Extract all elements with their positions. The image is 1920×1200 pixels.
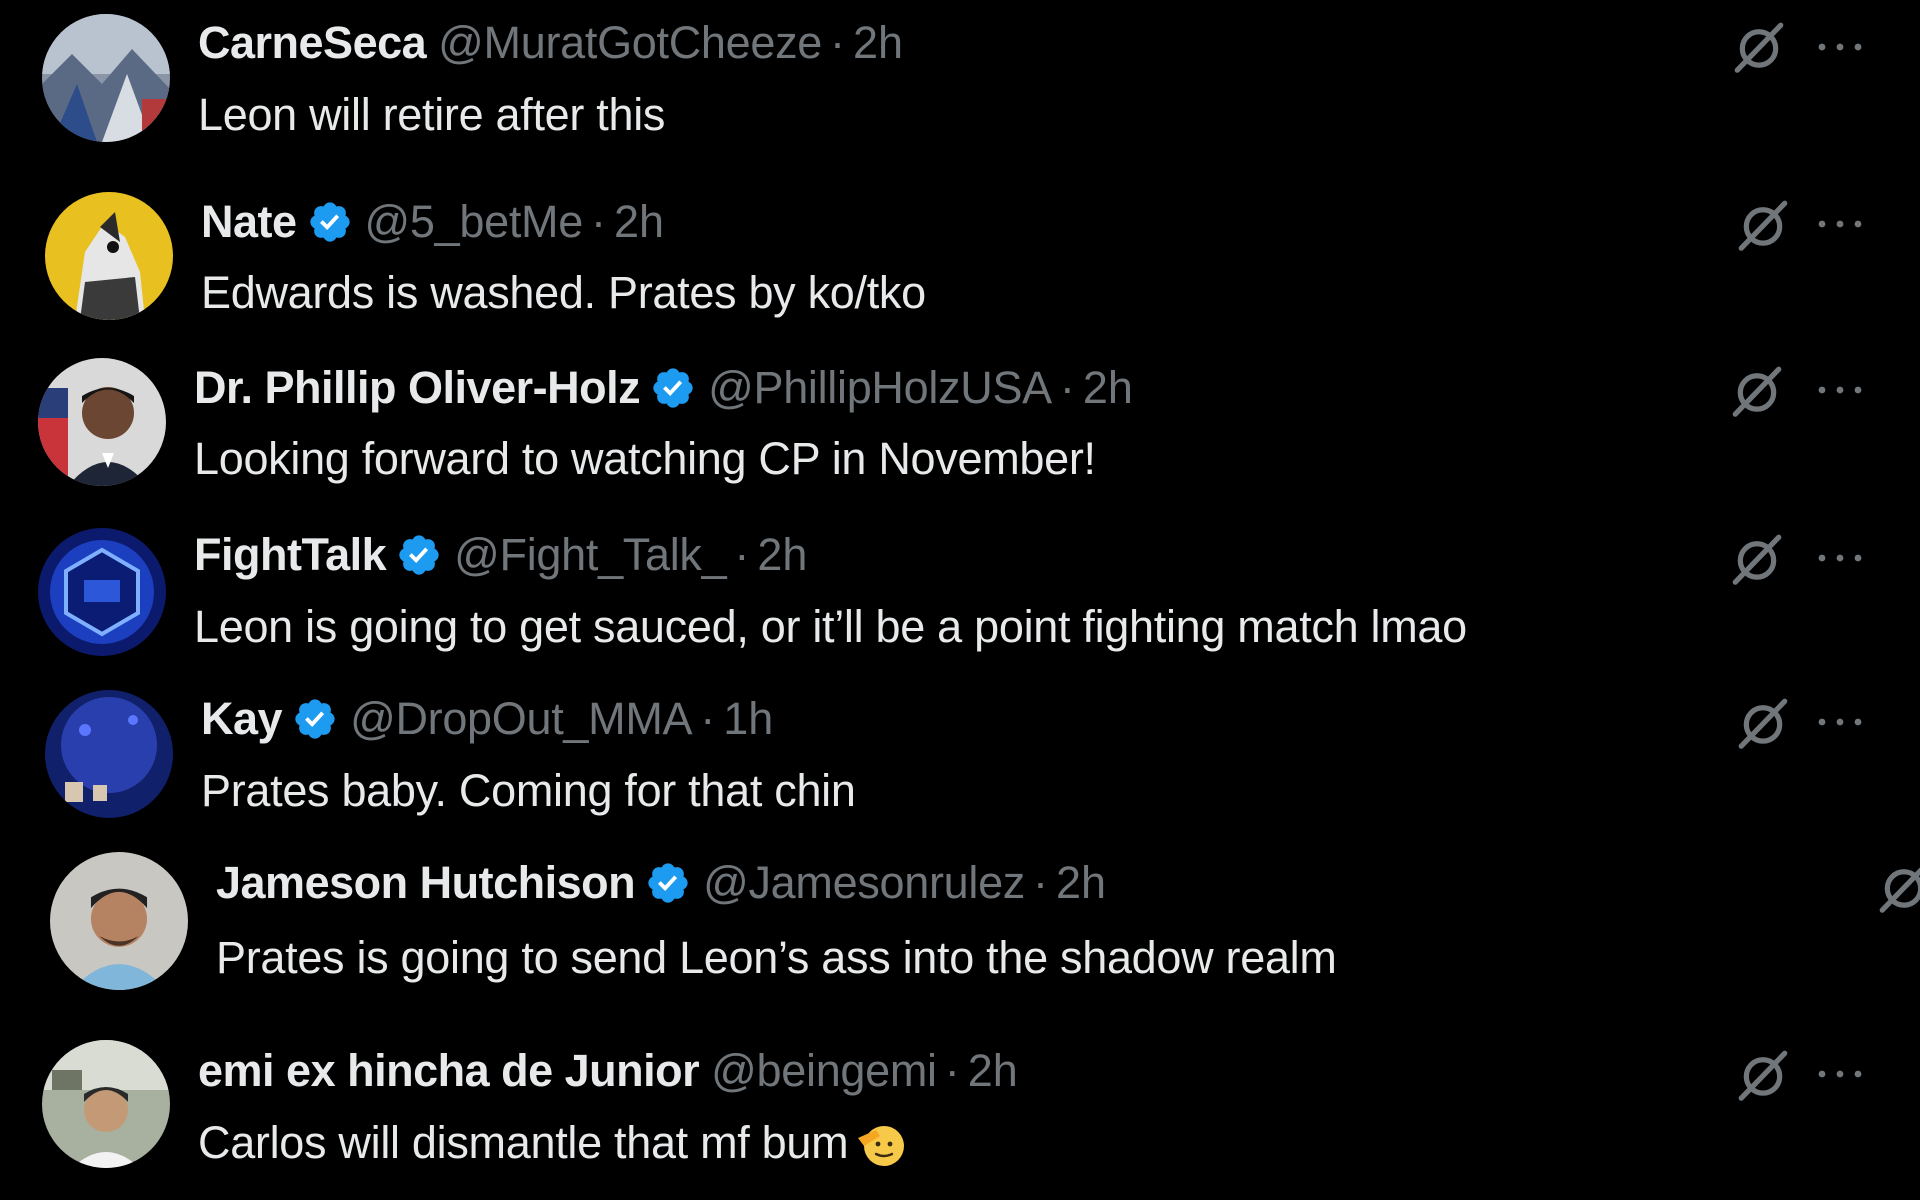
avatar[interactable] xyxy=(38,528,166,656)
grok-icon[interactable] xyxy=(1730,18,1788,76)
author-handle[interactable]: @beingemi xyxy=(711,1044,937,1098)
more-options-icon[interactable] xyxy=(1812,380,1868,400)
author-handle[interactable]: @5_betMe xyxy=(365,195,584,249)
timestamp[interactable]: 2h xyxy=(757,528,807,582)
author-name[interactable]: CarneSeca xyxy=(198,16,427,70)
avatar[interactable] xyxy=(45,690,173,818)
grok-icon[interactable] xyxy=(1734,694,1792,752)
author-handle[interactable]: @DropOut_MMA xyxy=(350,692,692,746)
more-options-icon[interactable] xyxy=(1812,548,1868,568)
saluting-face-icon xyxy=(854,1116,908,1170)
replies-feed: CarneSeca @MuratGotCheeze · 2h Leon will… xyxy=(0,0,1920,1200)
author-name[interactable]: Dr. Phillip Oliver-Holz xyxy=(194,361,641,415)
author-name[interactable]: Kay xyxy=(201,692,283,746)
author-name[interactable]: emi ex hincha de Junior xyxy=(198,1044,700,1098)
separator-dot: · xyxy=(590,196,606,247)
author-handle[interactable]: @Fight_Talk_ xyxy=(454,528,727,582)
timestamp[interactable]: 2h xyxy=(614,195,664,249)
more-options-icon[interactable] xyxy=(1812,712,1868,732)
reply-text: Looking forward to watching CP in Novemb… xyxy=(194,433,1096,484)
grok-icon[interactable] xyxy=(1728,530,1786,588)
more-options-icon[interactable] xyxy=(1812,214,1868,234)
avatar[interactable] xyxy=(42,14,170,142)
verified-badge-icon xyxy=(292,696,338,742)
timestamp[interactable]: 2h xyxy=(1083,361,1133,415)
separator-dot: · xyxy=(944,1045,960,1096)
reply-text: Leon will retire after this xyxy=(198,89,666,140)
separator-dot: · xyxy=(734,529,750,580)
author-name[interactable]: Nate xyxy=(201,195,297,249)
verified-badge-icon xyxy=(650,365,696,411)
reply-text: Prates baby. Coming for that chin xyxy=(201,765,856,816)
avatar[interactable] xyxy=(50,852,188,990)
verified-badge-icon xyxy=(396,532,442,578)
author-handle[interactable]: @MuratGotCheeze xyxy=(438,16,822,70)
more-options-icon[interactable] xyxy=(1812,37,1868,57)
grok-icon[interactable] xyxy=(1728,362,1786,420)
reply-text-content: Carlos will dismantle that mf bum xyxy=(198,1117,849,1168)
author-name[interactable]: Jameson Hutchison xyxy=(216,856,636,910)
author-handle[interactable]: @Jamesonrulez xyxy=(703,856,1025,910)
separator-dot: · xyxy=(1033,857,1049,908)
verified-badge-icon xyxy=(307,199,353,245)
more-options-icon[interactable] xyxy=(1812,1064,1868,1084)
grok-icon[interactable] xyxy=(1734,196,1792,254)
separator-dot: · xyxy=(700,693,716,744)
avatar[interactable] xyxy=(38,358,166,486)
grok-icon[interactable] xyxy=(1875,858,1920,916)
reply-text: Edwards is washed. Prates by ko/tko xyxy=(201,267,926,318)
timestamp[interactable]: 2h xyxy=(968,1044,1018,1098)
separator-dot: · xyxy=(1059,362,1075,413)
timestamp[interactable]: 2h xyxy=(853,16,903,70)
avatar[interactable] xyxy=(42,1040,170,1168)
reply-text: Leon is going to get sauced, or it’ll be… xyxy=(194,601,1467,652)
reply-text: Prates is going to send Leon’s ass into … xyxy=(216,932,1337,983)
author-name[interactable]: FightTalk xyxy=(194,528,387,582)
timestamp[interactable]: 1h xyxy=(723,692,773,746)
author-handle[interactable]: @PhillipHolzUSA xyxy=(708,361,1052,415)
reply-text: Carlos will dismantle that mf bum xyxy=(198,1116,908,1170)
separator-dot: · xyxy=(830,17,846,68)
grok-icon[interactable] xyxy=(1734,1046,1792,1104)
verified-badge-icon xyxy=(645,860,691,906)
timestamp[interactable]: 2h xyxy=(1056,856,1106,910)
avatar[interactable] xyxy=(45,192,173,320)
